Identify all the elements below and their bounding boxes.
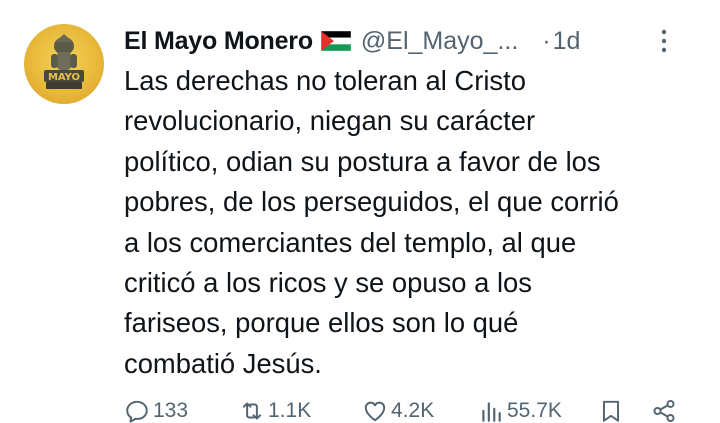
separator-dot: · — [542, 26, 551, 55]
reply-icon — [126, 400, 148, 423]
views-chart-icon — [482, 402, 501, 422]
tweet-header: El Mayo Monero @El_Mayo_... · 1d — [124, 22, 700, 60]
action-bar: 133 1.1K 4.2K 55.7K — [124, 398, 704, 423]
tweet-text: Las derechas no toleran al Cristo revolu… — [124, 61, 714, 384]
avatar[interactable]: MAYO — [24, 24, 104, 104]
bookmark-button[interactable] — [598, 398, 624, 423]
avatar-text: MAYO — [48, 72, 80, 83]
views-button[interactable]: 55.7K — [478, 398, 562, 423]
reply-count: 133 — [153, 399, 189, 422]
tweet-text-line: a los comerciantes del templo, al que — [124, 226, 577, 258]
share-icon — [653, 399, 675, 423]
avatar-image: MAYO — [44, 34, 84, 89]
share-button[interactable] — [651, 398, 677, 423]
tweet-text-line: revolucionario, niegan su carácter — [124, 105, 536, 137]
author-name[interactable]: El Mayo Monero — [124, 27, 313, 56]
tweet-text-line: político, odian su postura a favor de lo… — [124, 145, 601, 177]
heart-icon — [364, 401, 386, 422]
more-options-icon[interactable] — [658, 28, 670, 54]
like-count: 4.2K — [391, 399, 435, 422]
views-count: 55.7K — [507, 399, 562, 422]
author-handle[interactable]: @El_Mayo_... — [361, 27, 518, 56]
tweet-text-line: combatió Jesús. — [124, 347, 322, 379]
tweet-text-line: Las derechas no toleran al Cristo — [124, 65, 526, 96]
bookmark-icon — [602, 400, 620, 422]
timestamp[interactable]: 1d — [553, 27, 581, 56]
tweet-text-line: fariseos, porque ellos son lo qué — [124, 307, 519, 339]
tweet-card: MAYO El Mayo Monero @El_Mayo_... · 1d La… — [0, 0, 720, 423]
reply-button[interactable]: 133 — [124, 398, 188, 423]
retweet-icon — [242, 402, 262, 420]
tweet-text-line: criticó a los ricos y se opuso a los — [124, 267, 532, 299]
palestine-flag-icon — [320, 31, 351, 51]
retweet-count: 1.1K — [268, 399, 312, 422]
retweet-button[interactable]: 1.1K — [239, 398, 311, 423]
tweet-text-line: pobres, de los perseguidos, el que corri… — [124, 186, 619, 218]
like-button[interactable]: 4.2K — [362, 398, 434, 423]
